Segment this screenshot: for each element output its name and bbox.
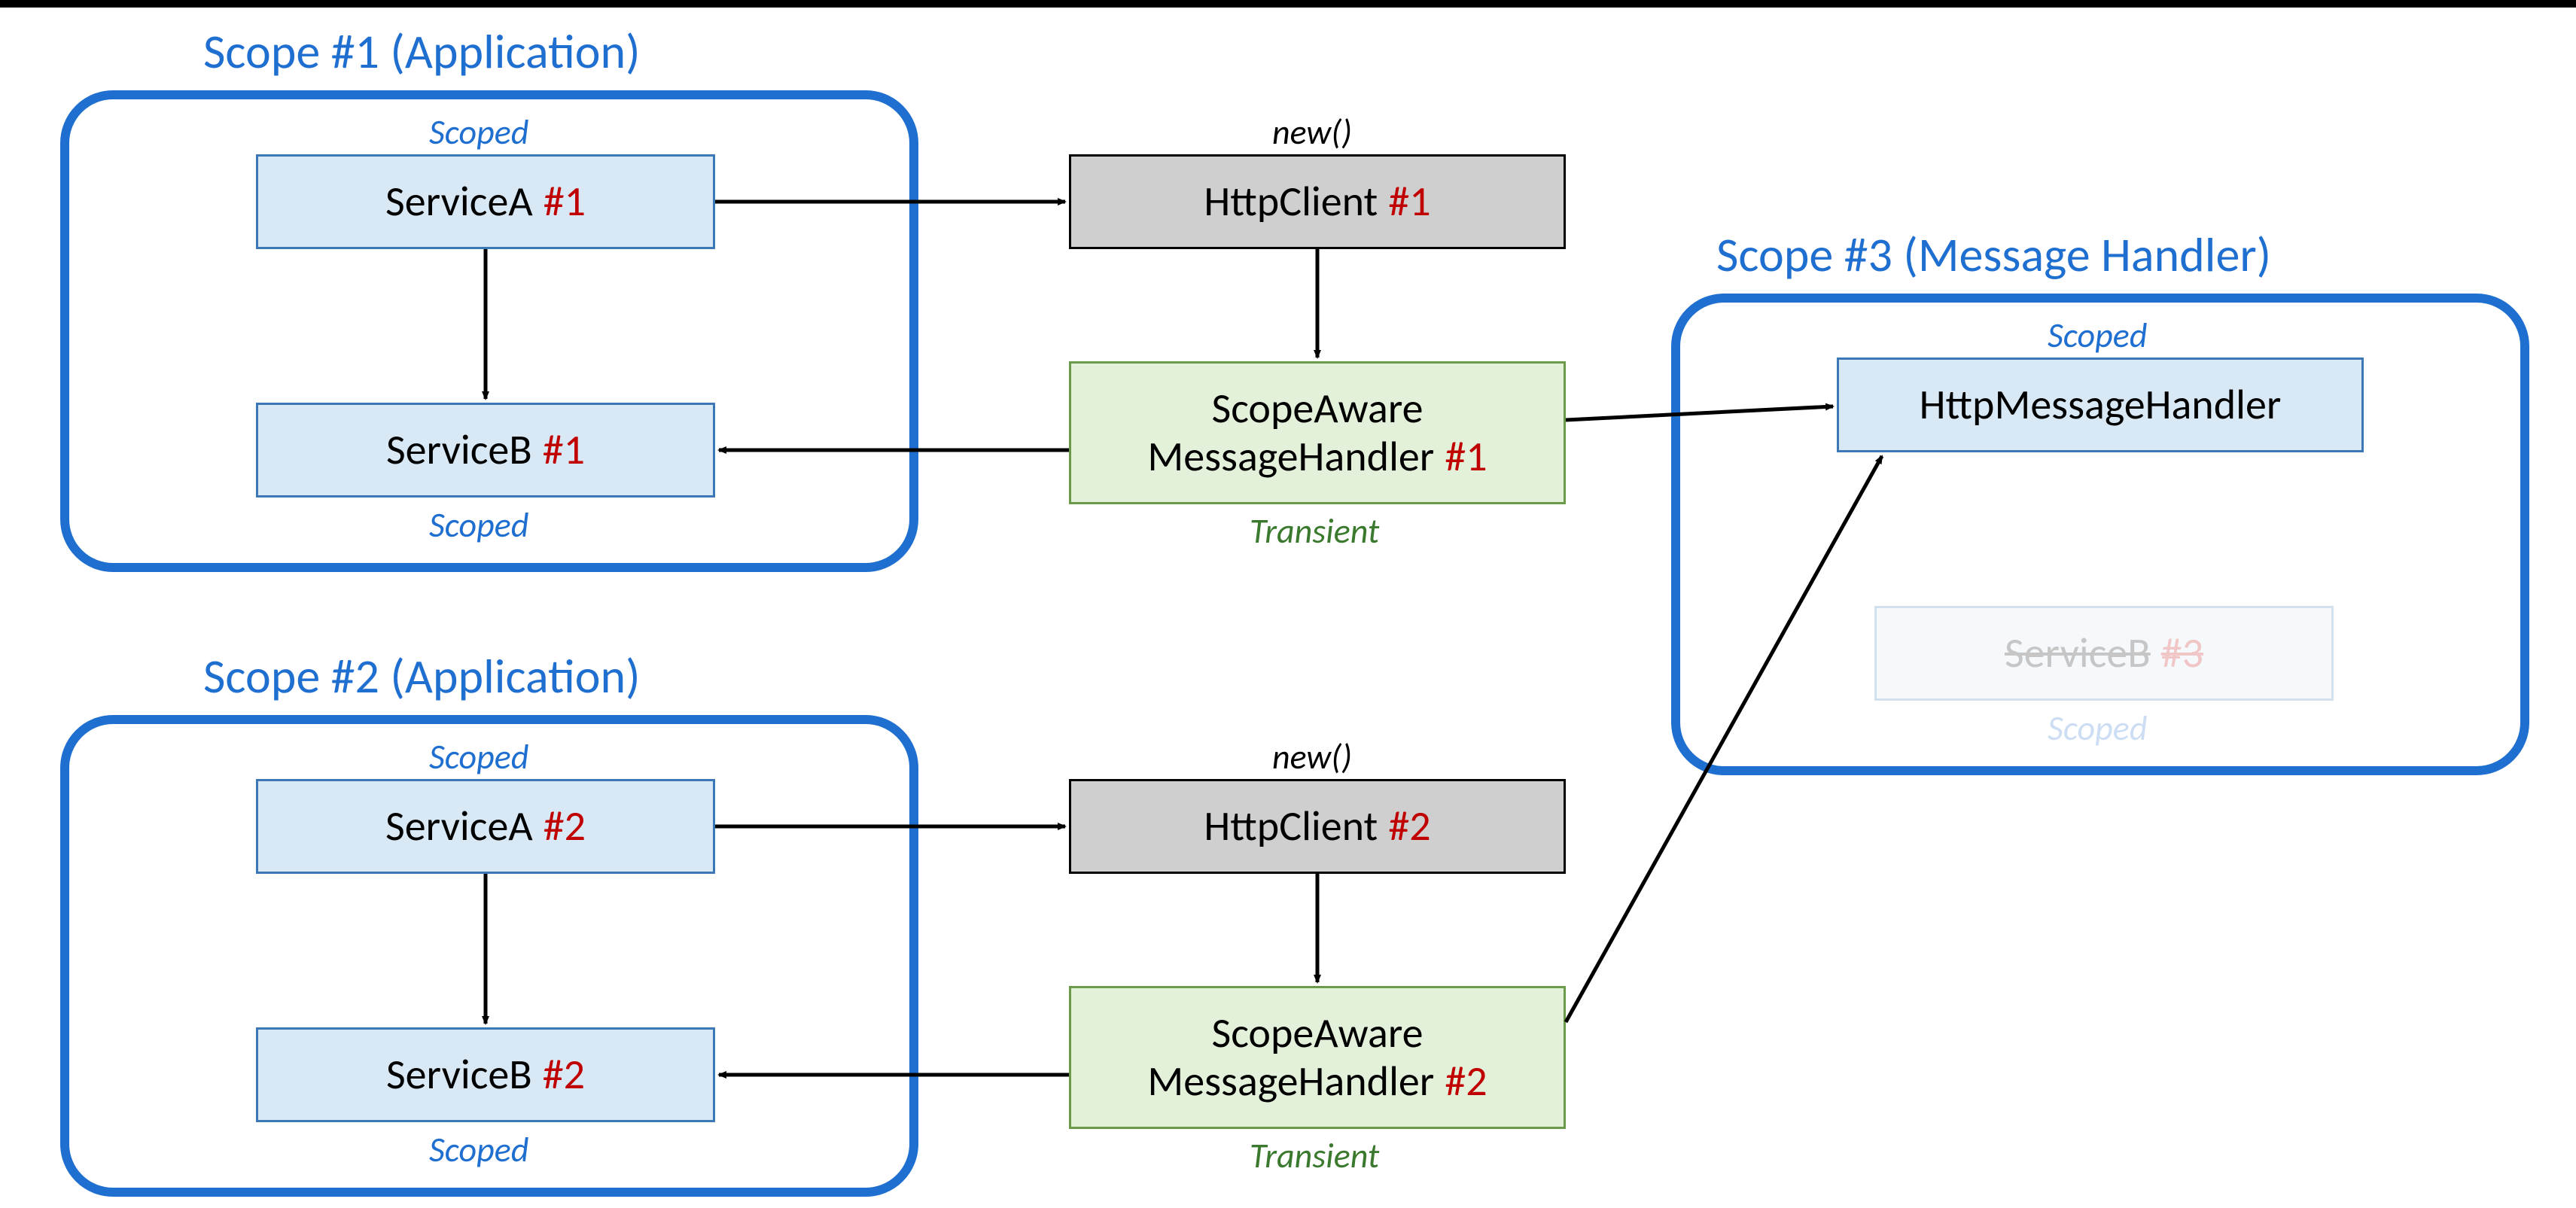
httpmsghandler-scoped-label: Scoped: [2048, 315, 2147, 357]
service-b-3-idx: #3: [2161, 629, 2203, 677]
scope-aware-1-line2-idx: #1: [1445, 433, 1487, 481]
scope2-b-scoped-label: Scoped: [429, 1129, 528, 1171]
service-b-2-box: ServiceB #2: [256, 1027, 715, 1122]
http-client-1-idx: #1: [1388, 178, 1430, 226]
scope-aware-2-line1: ScopeAware: [1211, 1009, 1423, 1057]
httpclient2-new-label: new(): [1272, 736, 1352, 778]
http-message-handler-name: HttpMessageHandler: [1920, 381, 2282, 429]
scope-aware-2-line2-name: MessageHandler: [1147, 1057, 1434, 1106]
service-a-2-box: ServiceA #2: [256, 779, 715, 874]
scope-aware-2-transient-label: Transient: [1250, 1135, 1379, 1177]
diagram-canvas: Scope #1 (Application) Scoped ServiceA #…: [0, 0, 2576, 1200]
scope2-title: Scope #2 (Application): [203, 647, 641, 706]
http-message-handler-box: HttpMessageHandler: [1837, 358, 2364, 452]
http-client-2-box: HttpClient #2: [1069, 779, 1566, 874]
service-b-2-name: ServiceB: [386, 1051, 532, 1099]
httpclient1-new-label: new(): [1272, 111, 1352, 154]
service-a-2-name: ServiceA: [385, 802, 533, 850]
scope1-title: Scope #1 (Application): [203, 23, 641, 81]
service-b-2-idx: #2: [543, 1051, 585, 1099]
scope-aware-1-line2-name: MessageHandler: [1147, 433, 1434, 481]
scope2-a-scoped-label: Scoped: [429, 736, 528, 778]
http-client-2-idx: #2: [1388, 802, 1430, 850]
service-b-1-idx: #1: [543, 426, 585, 474]
scope1-a-scoped-label: Scoped: [429, 111, 528, 154]
scope1-b-scoped-label: Scoped: [429, 504, 528, 546]
http-client-1-name: HttpClient: [1204, 178, 1378, 226]
http-client-2-name: HttpClient: [1204, 802, 1378, 850]
service-b-3-scoped-label: Scoped: [2048, 707, 2147, 750]
http-client-1-box: HttpClient #1: [1069, 154, 1566, 249]
scope-aware-2-box: ScopeAware MessageHandler #2: [1069, 986, 1566, 1129]
service-b-3-box-faded: ServiceB #3: [1874, 606, 2334, 701]
service-b-3-name: ServiceB: [2005, 629, 2151, 677]
service-b-1-name: ServiceB: [386, 426, 532, 474]
service-a-1-box: ServiceA #1: [256, 154, 715, 249]
service-b-1-box: ServiceB #1: [256, 403, 715, 498]
scope-aware-2-line2-idx: #2: [1445, 1057, 1487, 1106]
scope-aware-1-box: ScopeAware MessageHandler #1: [1069, 361, 1566, 504]
scope-aware-1-transient-label: Transient: [1250, 510, 1379, 552]
service-a-1-idx: #1: [544, 178, 586, 226]
scope3-title: Scope #3 (Message Handler): [1716, 226, 2271, 285]
scope-aware-1-line1: ScopeAware: [1211, 385, 1423, 433]
service-a-2-idx: #2: [544, 802, 586, 850]
service-a-1-name: ServiceA: [385, 178, 533, 226]
